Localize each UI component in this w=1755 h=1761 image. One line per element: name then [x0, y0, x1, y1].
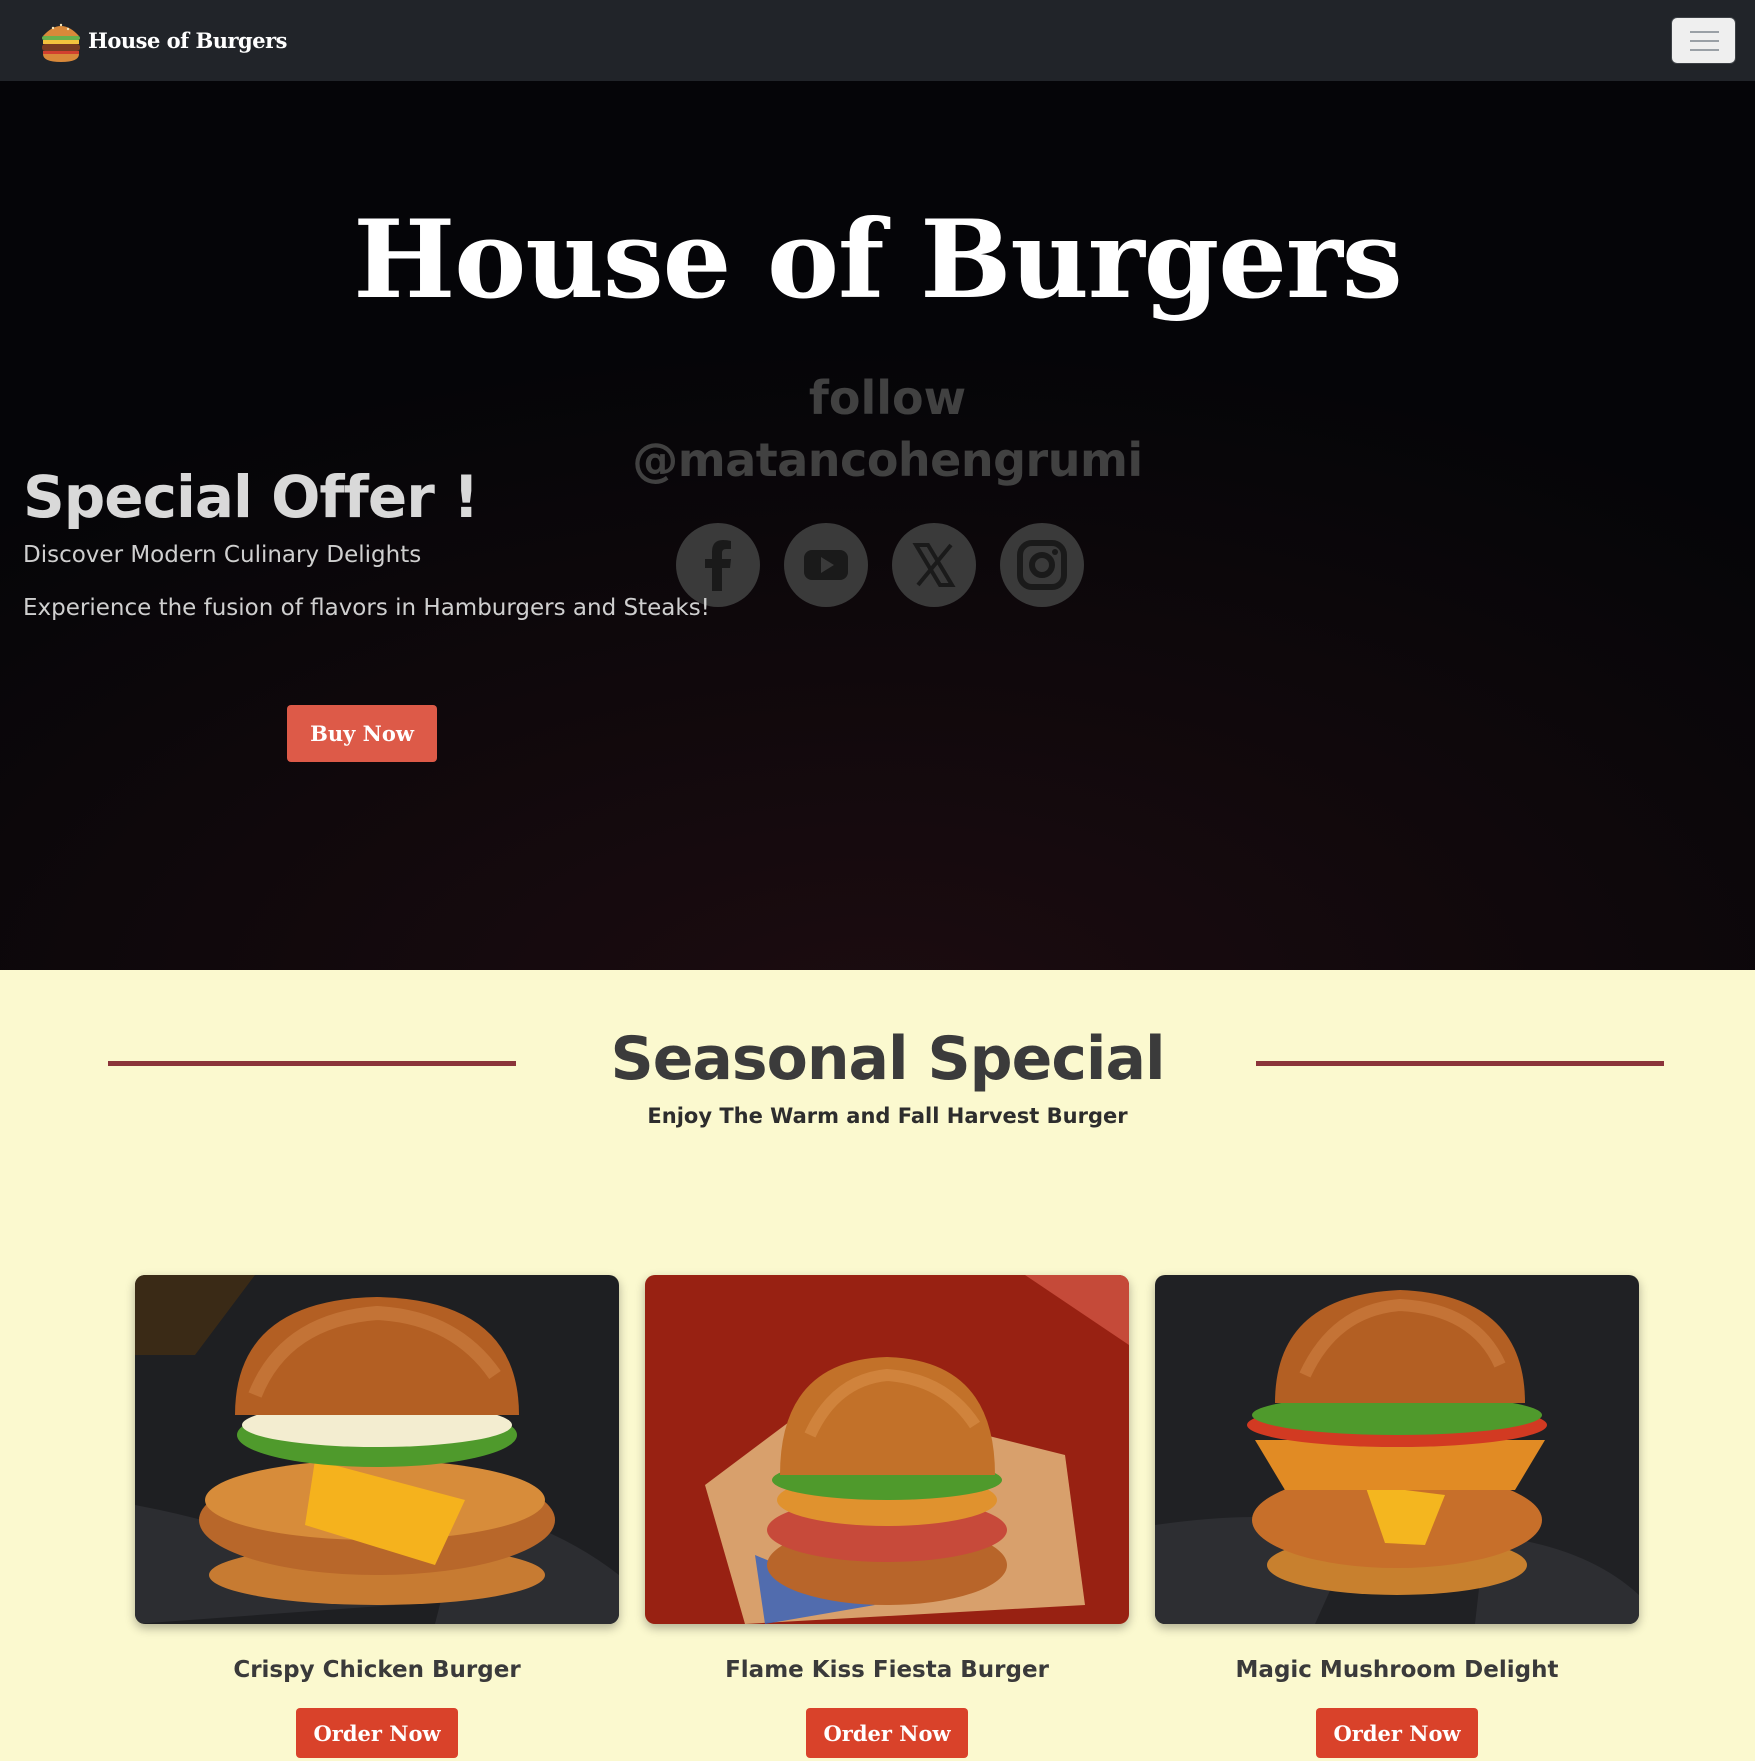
- product-card: Flame Kiss Fiesta Burger Order Now: [645, 1275, 1129, 1758]
- brand-link[interactable]: House of Burgers: [40, 16, 287, 64]
- offer-description: Experience the fusion of flavors in Hamb…: [23, 595, 710, 621]
- product-card: Magic Mushroom Delight Order Now: [1155, 1275, 1639, 1758]
- product-name: Magic Mushroom Delight: [1235, 1657, 1559, 1683]
- flame-kiss-fiesta-burger-image[interactable]: [645, 1275, 1129, 1624]
- instagram-icon[interactable]: [1000, 523, 1084, 607]
- hero-title: House of Burgers: [353, 197, 1402, 323]
- seasonal-subtitle: Enjoy The Warm and Fall Harvest Burger: [647, 1104, 1128, 1128]
- hamburger-menu-icon: [1690, 31, 1719, 33]
- order-now-button[interactable]: Order Now: [296, 1708, 458, 1758]
- follow-text: follow: [808, 371, 967, 425]
- product-card: Crispy Chicken Burger Order Now: [135, 1275, 619, 1758]
- buy-now-button[interactable]: Buy Now: [287, 705, 437, 762]
- product-name: Flame Kiss Fiesta Burger: [725, 1657, 1049, 1683]
- magic-mushroom-delight-image[interactable]: [1155, 1275, 1639, 1624]
- social-links: [676, 523, 1084, 607]
- brand-name: House of Burgers: [88, 27, 287, 53]
- offer-title: Special Offer !: [23, 463, 479, 531]
- navbar: House of Burgers: [0, 0, 1755, 81]
- youtube-icon[interactable]: [784, 523, 868, 607]
- seasonal-title: Seasonal Special: [610, 1024, 1165, 1094]
- crispy-chicken-burger-image[interactable]: [135, 1275, 619, 1624]
- order-now-button[interactable]: Order Now: [806, 1708, 968, 1758]
- order-now-button[interactable]: Order Now: [1316, 1708, 1478, 1758]
- burger-icon: [40, 16, 82, 64]
- hero-section: House of Burgers follow @matancohengrumi: [0, 81, 1755, 970]
- offer-subtitle: Discover Modern Culinary Delights: [23, 542, 422, 568]
- x-icon[interactable]: [892, 523, 976, 607]
- hamburger-menu-button[interactable]: [1671, 17, 1736, 64]
- product-name: Crispy Chicken Burger: [233, 1657, 521, 1683]
